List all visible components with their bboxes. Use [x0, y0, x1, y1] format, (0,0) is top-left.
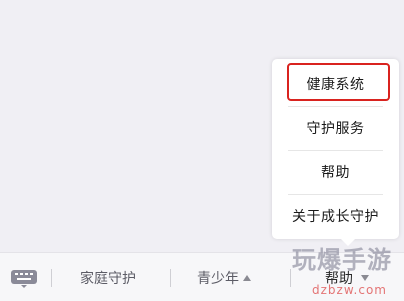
divider — [170, 269, 171, 287]
divider — [290, 269, 291, 287]
menu-label: 家庭守护 — [80, 271, 136, 287]
watermark-text: 玩爆手游 — [292, 246, 392, 274]
divider — [51, 269, 52, 287]
menu-item-help[interactable]: 帮助 — [272, 150, 399, 194]
menu-item-guardian-service[interactable]: 守护服务 — [272, 106, 399, 150]
menu-item-label: 帮助 — [321, 165, 350, 181]
menu-item-about-growth-guardian[interactable]: 关于成长守护 — [272, 194, 399, 238]
menu-family-guardian[interactable]: 家庭守护 — [80, 267, 136, 289]
menu-label: 青少年 — [197, 271, 239, 287]
watermark-url: dzbzw.com — [312, 283, 387, 297]
keyboard-icon[interactable] — [10, 269, 38, 289]
caret-up-icon — [243, 275, 251, 281]
highlight-box — [287, 63, 390, 101]
menu-item-label: 守护服务 — [306, 121, 365, 137]
menu-item-label: 关于成长守护 — [292, 209, 379, 225]
menu-teenager[interactable]: 青少年 — [197, 267, 251, 289]
caret-down-icon — [361, 275, 369, 281]
